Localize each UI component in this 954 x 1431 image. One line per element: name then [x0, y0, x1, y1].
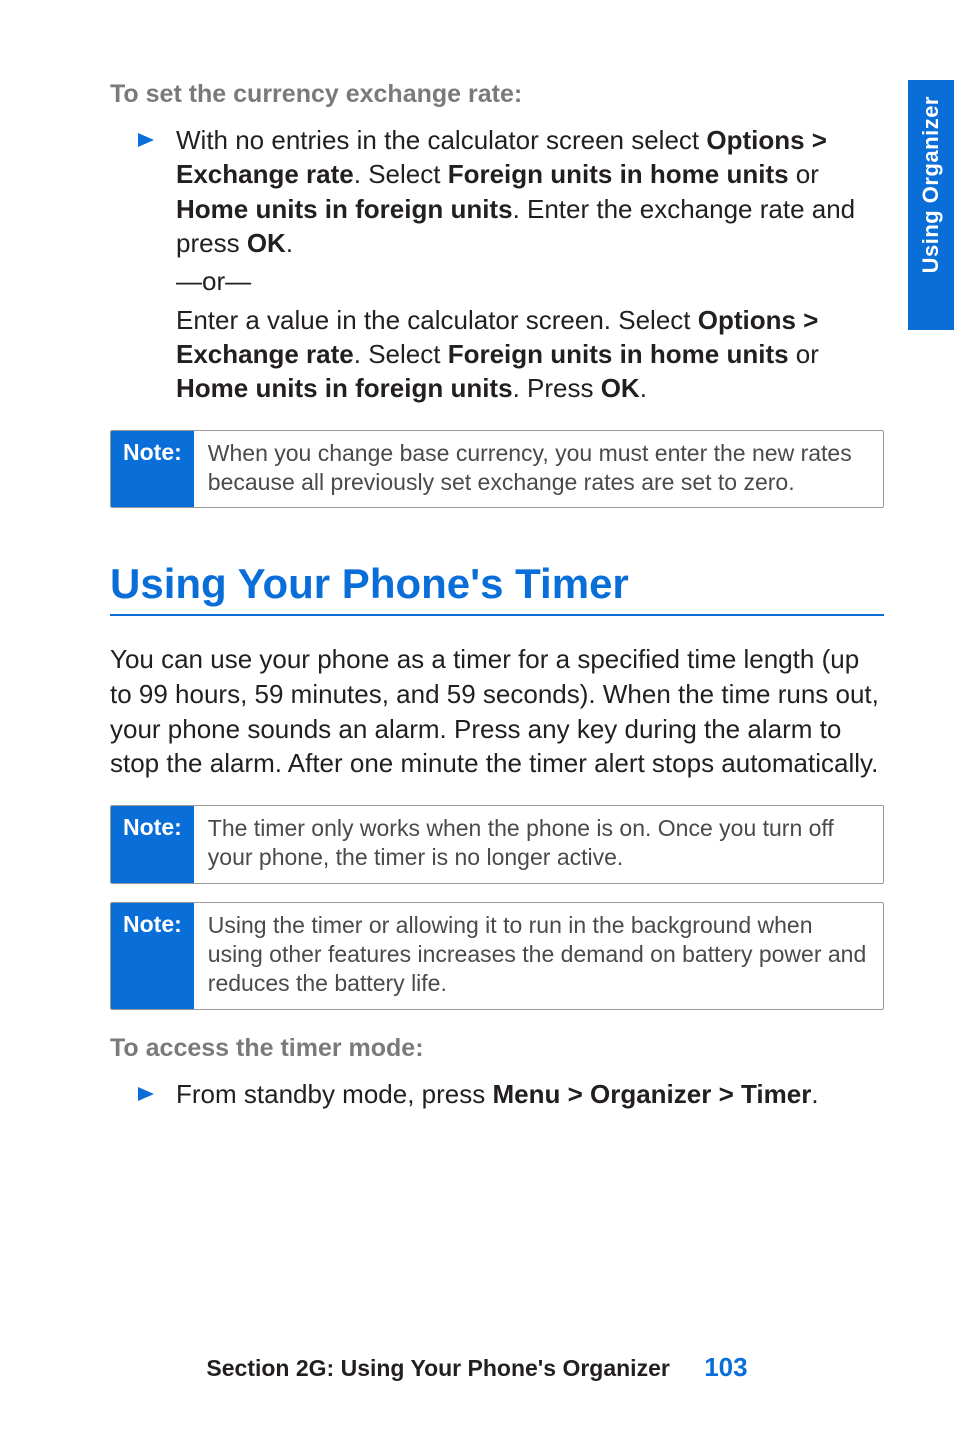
page-number: 103 — [704, 1352, 747, 1382]
arrow-right-icon — [138, 133, 154, 147]
list-item: With no entries in the calculator screen… — [138, 123, 884, 406]
page-footer: Section 2G: Using Your Phone's Organizer… — [0, 1352, 954, 1383]
bold-text: Home units in foreign units — [176, 194, 513, 224]
step-text: With no entries in the calculator screen… — [176, 123, 884, 406]
bold-text: Foreign units in home units — [448, 339, 789, 369]
note-content: Using the timer or allowing it to run in… — [194, 903, 883, 1009]
note-box: Note: The timer only works when the phon… — [110, 805, 884, 884]
step-text: From standby mode, press Menu > Organize… — [176, 1077, 819, 1111]
note-content: The timer only works when the phone is o… — [194, 806, 883, 883]
note-box: Note: When you change base currency, you… — [110, 430, 884, 509]
note-label: Note: — [111, 903, 194, 1009]
list-item: From standby mode, press Menu > Organize… — [138, 1077, 884, 1111]
bold-text: Foreign units in home units — [448, 159, 789, 189]
note-label: Note: — [111, 431, 194, 508]
text: . — [286, 228, 293, 258]
bold-text: Menu > Organizer > Timer — [492, 1079, 811, 1109]
section-title: Using Your Phone's Timer — [110, 560, 884, 608]
arrow-right-icon — [138, 1087, 154, 1101]
text: With no entries in the calculator screen… — [176, 125, 706, 155]
side-tab-label: Using Organizer — [918, 96, 944, 273]
text: From standby mode, press — [176, 1079, 492, 1109]
subheading-timer-access: To access the timer mode: — [110, 1034, 884, 1063]
page-content: To set the currency exchange rate: With … — [0, 0, 954, 1111]
note-label: Note: — [111, 806, 194, 883]
text: . Select — [354, 339, 448, 369]
bold-text: Home units in foreign units — [176, 373, 513, 403]
text: . Press — [513, 373, 601, 403]
footer-section: Section 2G: Using Your Phone's Organizer — [206, 1355, 669, 1381]
or-separator: —or— — [176, 264, 884, 298]
text: . — [640, 373, 647, 403]
note-box: Note: Using the timer or allowing it to … — [110, 902, 884, 1010]
subheading-exchange-rate: To set the currency exchange rate: — [110, 80, 884, 109]
text: Enter a value in the calculator screen. … — [176, 305, 698, 335]
text: or — [789, 159, 819, 189]
paragraph: You can use your phone as a timer for a … — [110, 642, 884, 780]
bold-text: OK — [247, 228, 286, 258]
note-content: When you change base currency, you must … — [194, 431, 883, 508]
text: . — [811, 1079, 818, 1109]
text: . Select — [354, 159, 448, 189]
title-divider — [110, 614, 884, 616]
side-tab: Using Organizer — [908, 80, 954, 330]
bold-text: OK — [601, 373, 640, 403]
text: or — [789, 339, 819, 369]
